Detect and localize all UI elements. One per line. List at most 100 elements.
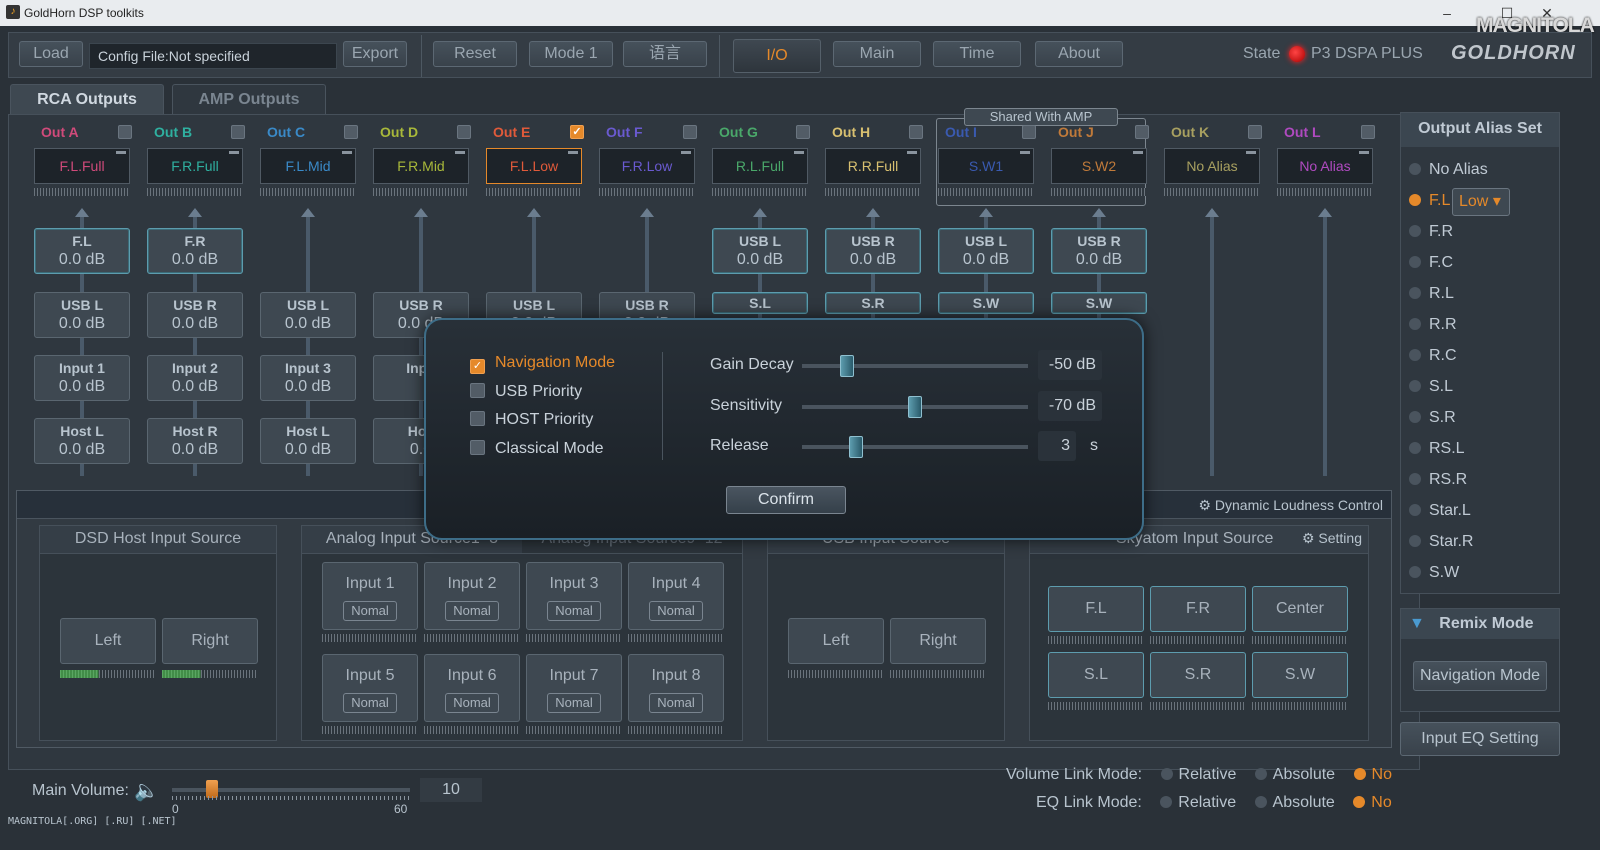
source-box[interactable]: USB R 0.0 dB: [147, 292, 243, 338]
slider-thumb[interactable]: [840, 355, 855, 377]
tab-about[interactable]: About: [1035, 41, 1123, 67]
load-button[interactable]: Load: [19, 41, 83, 67]
channel-alias-box[interactable]: F.L.Full: [34, 148, 130, 184]
source-box[interactable]: Host L 0.0 dB: [260, 418, 356, 464]
channel-checkbox[interactable]: [683, 125, 697, 139]
channel-checkbox[interactable]: [1248, 125, 1262, 139]
alias-option-f-c[interactable]: F.C: [1409, 254, 1453, 272]
usb-left-button[interactable]: Left: [788, 618, 884, 664]
checkbox[interactable]: ✓: [470, 359, 485, 374]
slider-value[interactable]: -70 dB: [1038, 390, 1102, 421]
analog-input-1[interactable]: Input 1 Nomal: [322, 562, 418, 630]
language-button[interactable]: 语言: [623, 41, 707, 67]
source-box[interactable]: F.R 0.0 dB: [147, 228, 243, 274]
channel-checkbox[interactable]: [344, 125, 358, 139]
skyatom-f-l-button[interactable]: F.L: [1048, 586, 1144, 632]
channel-alias-box[interactable]: F.R.Low: [599, 148, 695, 184]
source-box[interactable]: USB L 0.0 dB: [34, 292, 130, 338]
nomal-badge[interactable]: Nomal: [343, 693, 397, 713]
slider-value[interactable]: -50 dB: [1038, 350, 1102, 380]
tab-amp-outputs[interactable]: AMP Outputs: [172, 84, 326, 116]
tab-main[interactable]: Main: [833, 41, 921, 67]
source-box[interactable]: USB L 0.0 dB: [260, 292, 356, 338]
dialog-option-navigation-mode[interactable]: ✓ Navigation Mode: [470, 354, 615, 374]
analog-input-6[interactable]: Input 6 Nomal: [424, 654, 520, 722]
skyatom-s-w-button[interactable]: S.W: [1252, 652, 1348, 698]
nomal-badge[interactable]: Nomal: [547, 693, 601, 713]
tab-io[interactable]: I/O: [733, 39, 821, 73]
slider-track[interactable]: [802, 445, 1028, 449]
dialog-option-usb-priority[interactable]: USB Priority: [470, 382, 582, 401]
skyatom-setting-button[interactable]: ⚙ Setting: [1302, 530, 1362, 547]
dsd-left-button[interactable]: Left: [60, 618, 156, 664]
channel-checkbox[interactable]: [1361, 125, 1375, 139]
slider-value[interactable]: 3: [1038, 431, 1076, 461]
source-box[interactable]: Input 2 0.0 dB: [147, 355, 243, 401]
skyatom-center-button[interactable]: Center: [1252, 586, 1348, 632]
source-box[interactable]: Host R 0.0 dB: [147, 418, 243, 464]
channel-alias-box[interactable]: R.R.Full: [825, 148, 921, 184]
alias-option-star-l[interactable]: Star.L: [1409, 502, 1471, 520]
dialog-option-classical-mode[interactable]: Classical Mode: [470, 439, 603, 458]
alias-option-f-r[interactable]: F.R: [1409, 223, 1453, 241]
nomal-badge[interactable]: Nomal: [343, 601, 397, 621]
channel-alias-box[interactable]: F.R.Full: [147, 148, 243, 184]
dynamic-loudness-control-button[interactable]: ⚙ Dynamic Loudness Control: [1198, 497, 1383, 514]
slider-thumb[interactable]: [908, 395, 922, 418]
minimize-icon[interactable]: –: [1432, 2, 1462, 24]
usb-right-button[interactable]: Right: [890, 618, 986, 664]
channel-alias-box[interactable]: S.W2: [1051, 148, 1147, 184]
slider-track[interactable]: [802, 364, 1028, 368]
navigation-mode-button[interactable]: Navigation Mode: [1413, 661, 1547, 691]
checkbox[interactable]: [470, 382, 485, 398]
skyatom-s-l-button[interactable]: S.L: [1048, 652, 1144, 698]
tab-time[interactable]: Time: [933, 41, 1021, 67]
alias-option-r-l[interactable]: R.L: [1409, 285, 1454, 303]
alias-option-star-r[interactable]: Star.R: [1409, 533, 1473, 551]
nomal-badge[interactable]: Nomal: [649, 693, 703, 713]
channel-alias-box[interactable]: F.L.Low: [486, 148, 582, 184]
radio-relative[interactable]: [1160, 768, 1173, 780]
analog-input-2[interactable]: Input 2 Nomal: [424, 562, 520, 630]
reset-button[interactable]: Reset: [433, 41, 517, 67]
nomal-badge[interactable]: Nomal: [649, 601, 703, 621]
confirm-button[interactable]: Confirm: [726, 486, 846, 514]
source-box[interactable]: S.L: [712, 292, 808, 314]
mode-button[interactable]: Mode 1: [529, 41, 613, 67]
analog-input-3[interactable]: Input 3 Nomal: [526, 562, 622, 630]
alias-option-s-l[interactable]: S.L: [1409, 378, 1453, 396]
channel-checkbox[interactable]: [796, 125, 810, 139]
nomal-badge[interactable]: Nomal: [445, 693, 499, 713]
source-box[interactable]: USB R 0.0 dB: [825, 228, 921, 274]
skyatom-f-r-button[interactable]: F.R: [1150, 586, 1246, 632]
source-box[interactable]: S.R: [825, 292, 921, 314]
speaker-icon[interactable]: 🔈: [134, 778, 159, 803]
channel-checkbox[interactable]: ✓: [570, 125, 584, 139]
radio-no[interactable]: [1353, 768, 1366, 780]
source-box[interactable]: Input 3 0.0 dB: [260, 355, 356, 401]
channel-alias-box[interactable]: No Alias: [1164, 148, 1260, 184]
alias-option-s-r[interactable]: S.R: [1409, 409, 1456, 427]
alias-option-rs-r[interactable]: RS.R: [1409, 471, 1467, 489]
analog-input-8[interactable]: Input 8 Nomal: [628, 654, 724, 722]
radio-relative[interactable]: [1160, 796, 1173, 808]
checkbox[interactable]: [470, 439, 485, 455]
alias-option-s-w[interactable]: S.W: [1409, 564, 1459, 582]
channel-checkbox[interactable]: [118, 125, 132, 139]
channel-alias-box[interactable]: No Alias: [1277, 148, 1373, 184]
dsd-right-button[interactable]: Right: [162, 618, 258, 664]
channel-checkbox[interactable]: [1022, 125, 1036, 139]
source-box[interactable]: Input 1 0.0 dB: [34, 355, 130, 401]
input-eq-setting-button[interactable]: Input EQ Setting: [1400, 722, 1560, 756]
tab-rca-outputs[interactable]: RCA Outputs: [10, 84, 164, 116]
analog-input-7[interactable]: Input 7 Nomal: [526, 654, 622, 722]
source-box[interactable]: S.W: [938, 292, 1034, 314]
alias-option-no-alias[interactable]: No Alias: [1409, 161, 1488, 179]
source-box[interactable]: USB L 0.0 dB: [938, 228, 1034, 274]
analog-input-4[interactable]: Input 4 Nomal: [628, 562, 724, 630]
radio-absolute[interactable]: [1254, 796, 1267, 808]
alias-option-rs-l[interactable]: RS.L: [1409, 440, 1465, 458]
nomal-badge[interactable]: Nomal: [547, 601, 601, 621]
alias-option-f-l[interactable]: F.L: [1409, 192, 1450, 210]
channel-alias-box[interactable]: R.L.Full: [712, 148, 808, 184]
